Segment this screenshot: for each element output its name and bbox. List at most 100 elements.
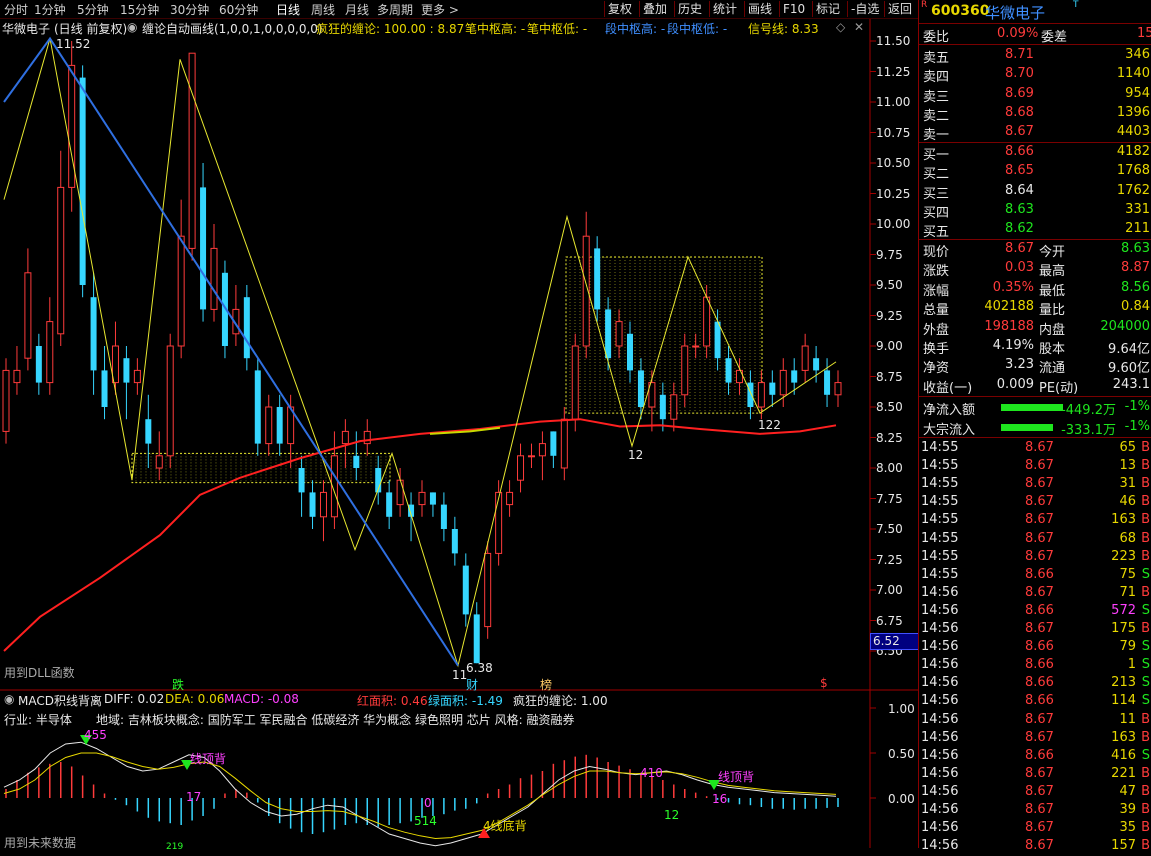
tick-price: 8.67 [1025, 838, 1054, 854]
tick-time: 14:56 [921, 802, 959, 817]
tick-direction: B [1141, 838, 1150, 854]
tick-time: 14:56 [921, 765, 959, 781]
candle-body [560, 418, 568, 469]
tick-direction: B [1141, 820, 1150, 836]
candle-body [571, 345, 579, 420]
candle-body [210, 247, 218, 310]
buy-level-row: 买四 8.63 331 [919, 201, 1151, 221]
buy-price: 8.62 [1005, 221, 1034, 237]
buy-volume: 211 [1125, 221, 1150, 237]
candle-body [35, 346, 42, 383]
macd-value: MACD: -0.08 [224, 692, 299, 706]
candle-body [615, 321, 623, 347]
stat-row: 换手 4.19% 股本 9.64亿 [919, 337, 1151, 357]
candle-body [506, 491, 514, 506]
tick-volume: 416 [1111, 747, 1136, 763]
tick-direction: B [1141, 494, 1150, 510]
buy-label: 买三 [923, 186, 950, 202]
industry-text: 行业: 半导体 [4, 713, 72, 727]
tick-row: 14:56 8.67 39 B [919, 801, 1151, 820]
stat-value: 8.67 [1005, 241, 1034, 256]
candle-body [386, 492, 393, 517]
tick-row: 14:56 8.67 47 B [919, 783, 1151, 802]
candle-body [111, 345, 119, 384]
stat-label: 股本 [1039, 342, 1066, 357]
sell-price: 8.67 [1005, 124, 1034, 140]
price-tick-label: 9.75 [876, 247, 903, 262]
flow-pct: -1% [1124, 418, 1150, 434]
buy-price: 8.63 [1005, 201, 1034, 217]
green-area: 绿面积: -1.49 [428, 694, 503, 708]
price-tick-label: 10.75 [876, 125, 911, 140]
candle-body [757, 382, 765, 408]
candle-body [418, 491, 426, 506]
price-tick-label: 9.50 [876, 278, 903, 292]
tick-price: 8.67 [1025, 476, 1054, 492]
price-tick-label: 11.00 [876, 95, 911, 109]
sell-level-row: 卖一 8.67 4403 [919, 123, 1151, 143]
candle-body [353, 455, 360, 468]
tick-price: 8.67 [1025, 494, 1054, 510]
price-tick-label: 10.25 [876, 186, 911, 201]
candle-body [670, 394, 678, 420]
bi-zigzag-line [3, 38, 837, 668]
price-tick-label: 8.00 [876, 461, 903, 475]
tick-row: 14:55 8.67 68 B [919, 530, 1151, 549]
tick-direction: B [1141, 476, 1150, 492]
price-tick-label: 7.75 [876, 491, 903, 506]
tick-time: 14:56 [921, 675, 959, 691]
tick-price: 8.67 [1025, 802, 1054, 817]
tick-volume: 39 [1119, 802, 1136, 817]
candle-body [495, 491, 503, 554]
candle-body [24, 272, 32, 359]
macd-title[interactable]: MACD积线背离 [18, 692, 102, 709]
tick-volume: 46 [1119, 494, 1136, 510]
tick-direction: B [1141, 729, 1150, 745]
price-tick-label: 8.25 [876, 430, 903, 445]
stat-value: 9.64亿 [1108, 342, 1150, 357]
stat-label: 量比 [1039, 303, 1066, 319]
candle-body [801, 345, 809, 371]
tick-volume: 79 [1119, 639, 1136, 655]
tick-price: 8.67 [1025, 548, 1054, 564]
candle-body [769, 382, 776, 395]
macd-axis-1: 1.00 [888, 702, 915, 716]
candle-body [594, 248, 601, 310]
macd-crazy: 疯狂的缠论: 1.00 [513, 694, 608, 708]
stat-value: 8.63 [1121, 241, 1150, 256]
stat-value: 9.60亿 [1108, 361, 1150, 377]
stat-label: 最低 [1039, 283, 1066, 299]
sell-label: 卖五 [923, 51, 950, 66]
current-price-tag: 6.52 [870, 633, 919, 650]
macd-label-455: 455 [84, 728, 107, 742]
tick-volume: 35 [1119, 820, 1136, 836]
tick-direction: S [1141, 693, 1150, 709]
tick-price: 8.66 [1025, 675, 1054, 691]
candle-body [166, 345, 174, 457]
macd-label-410: 410 [640, 766, 663, 780]
candle-body [462, 565, 469, 615]
tick-price: 8.66 [1025, 747, 1054, 763]
candle-body [659, 394, 666, 420]
tick-row: 14:56 8.67 163 B [919, 729, 1151, 748]
flow-bar [1001, 423, 1053, 431]
tick-volume: 175 [1111, 621, 1136, 636]
price-tick-label: 6.75 [876, 613, 903, 628]
candle-body [319, 491, 327, 518]
tick-volume: 71 [1119, 584, 1136, 600]
tick-time: 14:55 [921, 494, 959, 510]
price-tick-label: 10.00 [876, 217, 911, 231]
flow-label: 净流入额 [923, 403, 976, 418]
stock-name: 华微电子 [985, 4, 1046, 22]
macd-label-16: 16 [712, 792, 728, 806]
buy-price: 8.64 [1005, 182, 1034, 198]
candle-body [550, 431, 557, 456]
stat-label: 总量 [923, 303, 950, 319]
candle-body [473, 614, 480, 664]
macd-dropdown-icon[interactable]: ◉ [4, 692, 14, 706]
ma-highlight [429, 426, 501, 435]
candle-body [341, 430, 349, 445]
stat-row: 外盘 198188 内盘 204000 [919, 318, 1151, 338]
price-tick-label: 7.25 [876, 552, 903, 567]
macd-label-0: 0 [424, 796, 432, 810]
